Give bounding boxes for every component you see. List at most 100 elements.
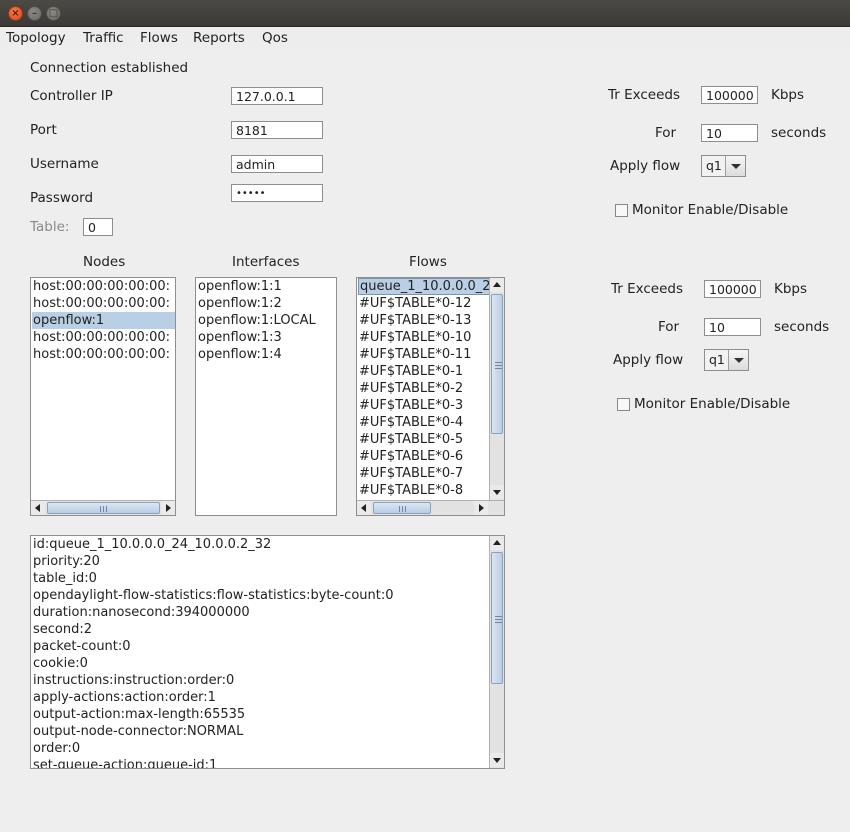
grip-line (402, 506, 403, 512)
scroll-thumb[interactable] (491, 552, 503, 684)
detail-line: order:0 (33, 741, 81, 756)
list-item[interactable]: #UF$TABLE*0-5 (358, 431, 490, 448)
menu-bar: Topology Traffic Flows Reports Qos (0, 27, 850, 49)
grip-line (495, 619, 502, 620)
window-close-button[interactable]: × (8, 6, 23, 21)
menu-qos[interactable]: Qos (262, 30, 288, 46)
list-item[interactable]: queue_1_10.0.0.0_2 (358, 278, 491, 295)
grip-line (495, 622, 502, 623)
scroll-down-icon[interactable] (490, 753, 504, 767)
list-item[interactable]: #UF$TABLE*0-4 (358, 414, 490, 431)
main-panel: Connection established Controller IP 127… (0, 49, 850, 832)
grip-line (495, 616, 502, 617)
table-field[interactable]: 0 (83, 218, 113, 236)
seconds-unit-1: seconds (771, 125, 827, 141)
menu-reports[interactable]: Reports (193, 30, 245, 46)
username-field[interactable]: admin (231, 155, 323, 173)
tr-exceeds-field-1[interactable]: 100000 (701, 86, 758, 104)
flows-header: Flows (409, 254, 447, 270)
password-field[interactable]: ••••• (231, 184, 323, 202)
grip-line (100, 506, 101, 512)
grip-line (106, 506, 107, 512)
controller-ip-label: Controller IP (30, 88, 113, 104)
list-item[interactable]: host:00:00:00:00:00: (32, 295, 175, 312)
menu-traffic[interactable]: Traffic (83, 30, 124, 46)
controller-ip-field[interactable]: 127.0.0.1 (231, 87, 323, 105)
for-field-1[interactable]: 10 (701, 124, 758, 142)
table-label: Table: (30, 219, 70, 235)
scroll-thumb[interactable] (47, 502, 160, 514)
interfaces-list[interactable]: openflow:1:1 openflow:1:2 openflow:1:LOC… (195, 277, 337, 516)
list-item[interactable]: #UF$TABLE*0-10 (358, 329, 490, 346)
nodes-list[interactable]: host:00:00:00:00:00: host:00:00:00:00:00… (30, 277, 176, 516)
apply-flow-select-1[interactable]: q1 (701, 155, 746, 177)
list-item[interactable]: host:00:00:00:00:00: (32, 346, 175, 363)
list-item[interactable]: openflow:1:4 (197, 346, 336, 363)
scroll-left-icon[interactable] (357, 501, 371, 515)
grip-line (495, 368, 502, 369)
interfaces-header: Interfaces (232, 254, 300, 270)
port-field[interactable]: 8181 (231, 121, 323, 139)
list-item[interactable]: #UF$TABLE*0-6 (358, 448, 490, 465)
detail-line: set-queue-action:queue-id:1 (33, 758, 218, 769)
menu-topology[interactable]: Topology (6, 30, 66, 46)
list-item[interactable]: openflow:1 (32, 312, 175, 329)
list-item[interactable]: #UF$TABLE*0-13 (358, 312, 490, 329)
seconds-unit-2: seconds (774, 319, 830, 335)
flows-horizontal-scrollbar[interactable] (357, 500, 504, 515)
flow-details-textarea[interactable]: id:queue_1_10.0.0.0_24_10.0.0.2_32 prior… (30, 535, 505, 769)
monitor-label-2: Monitor Enable/Disable (634, 396, 791, 412)
detail-line: cookie:0 (33, 656, 88, 671)
detail-line: table_id:0 (33, 571, 97, 586)
list-item[interactable]: #UF$TABLE*0-11 (358, 346, 490, 363)
window-maximize-button[interactable]: □ (46, 6, 61, 21)
list-item[interactable]: #UF$TABLE*0-3 (358, 397, 490, 414)
nodes-horizontal-scrollbar[interactable] (31, 500, 175, 515)
scroll-right-icon[interactable] (161, 501, 175, 515)
list-item[interactable]: #UF$TABLE*0-12 (358, 295, 490, 312)
tr-exceeds-field-2[interactable]: 100000 (704, 280, 761, 298)
list-item[interactable]: openflow:1:LOCAL (197, 312, 336, 329)
window-minimize-button[interactable]: – (27, 6, 42, 21)
list-item[interactable]: openflow:1:1 (197, 278, 336, 295)
detail-line: output-node-connector:NORMAL (33, 724, 244, 739)
scroll-thumb[interactable] (491, 294, 503, 434)
for-field-2[interactable]: 10 (704, 318, 761, 336)
list-item[interactable]: #UF$TABLE*0-7 (358, 465, 490, 482)
detail-line: output-action:max-length:65535 (33, 707, 246, 722)
grip-line (495, 362, 502, 363)
detail-line: duration:nanosecond:394000000 (33, 605, 250, 620)
list-item[interactable]: openflow:1:2 (197, 295, 336, 312)
monitor-checkbox-1[interactable] (615, 204, 628, 217)
grip-line (495, 365, 502, 366)
tr-exceeds-label-2: Tr Exceeds (611, 281, 684, 297)
scroll-up-icon[interactable] (490, 536, 504, 550)
for-label-1: For (655, 125, 677, 141)
detail-line: id:queue_1_10.0.0.0_24_10.0.0.2_32 (33, 537, 272, 552)
chevron-down-icon[interactable] (725, 156, 745, 176)
flows-vertical-scrollbar[interactable] (489, 278, 504, 500)
list-item[interactable]: #UF$TABLE*0-1 (358, 363, 490, 380)
tr-exceeds-label-1: Tr Exceeds (608, 87, 681, 103)
list-item[interactable]: #UF$TABLE*0-8 (358, 482, 490, 499)
chevron-down-icon[interactable] (728, 350, 748, 370)
list-item[interactable]: host:00:00:00:00:00: (32, 329, 175, 346)
scroll-thumb[interactable] (373, 502, 431, 514)
details-vertical-scrollbar[interactable] (489, 536, 504, 768)
list-item[interactable]: host:00:00:00:00:00: (32, 278, 175, 295)
detail-line: apply-actions:action:order:1 (33, 690, 216, 705)
scroll-up-icon[interactable] (490, 278, 504, 292)
list-item[interactable]: #UF$TABLE*0-2 (358, 380, 490, 397)
apply-flow-select-2[interactable]: q1 (704, 349, 749, 371)
connection-status: Connection established (30, 60, 189, 76)
password-label: Password (30, 190, 94, 206)
scroll-left-icon[interactable] (31, 501, 45, 515)
monitor-checkbox-2[interactable] (617, 398, 630, 411)
flows-list[interactable]: queue_1_10.0.0.0_2 #UF$TABLE*0-12 #UF$TA… (356, 277, 505, 516)
menu-flows[interactable]: Flows (140, 30, 178, 46)
scroll-down-icon[interactable] (490, 485, 504, 499)
list-item[interactable]: openflow:1:3 (197, 329, 336, 346)
kbps-unit-2: Kbps (774, 281, 808, 297)
grip-line (405, 506, 406, 512)
scroll-right-icon[interactable] (474, 501, 488, 515)
